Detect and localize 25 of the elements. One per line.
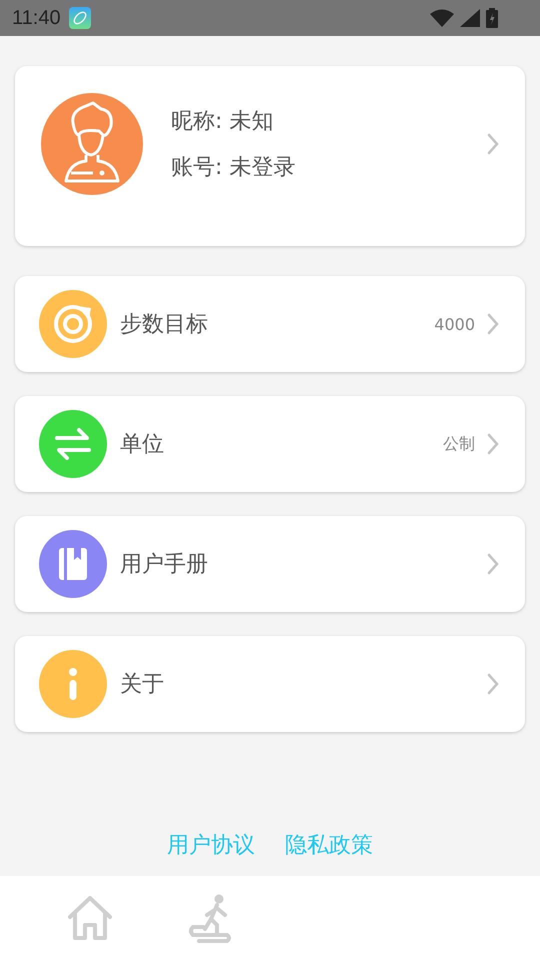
status-time: 11:40 [12, 6, 61, 30]
row-value: 公制 [443, 434, 475, 454]
home-icon[interactable] [65, 893, 115, 943]
settings-row[interactable]: 步数目标 4000 [15, 276, 525, 372]
chevron-icon [487, 553, 499, 575]
row-label: 用户手册 [120, 551, 209, 579]
wifi-icon [430, 9, 454, 27]
row-label: 关于 [120, 671, 165, 699]
app-notification-icon [68, 7, 91, 29]
avatar-icon [41, 93, 143, 195]
settings-row[interactable]: 单位 公制 [15, 396, 525, 492]
row-label: 步数目标 [120, 311, 209, 339]
chevron-icon [487, 673, 499, 695]
chevron-icon [487, 433, 499, 455]
battery-icon [486, 8, 498, 28]
nickname-text: 昵称: 未知 [171, 108, 274, 136]
profile-card[interactable]: 昵称: 未知 账号: 未登录 [15, 66, 525, 246]
row-label: 单位 [120, 431, 165, 459]
settings-row[interactable]: 关于 [15, 636, 525, 732]
chevron-icon [487, 133, 499, 155]
chevron-icon [487, 313, 499, 335]
account-text: 账号: 未登录 [171, 154, 296, 182]
settings-row[interactable]: 用户手册 [15, 516, 525, 612]
signal-icon [460, 9, 480, 27]
row-value: 4000 [434, 314, 475, 334]
